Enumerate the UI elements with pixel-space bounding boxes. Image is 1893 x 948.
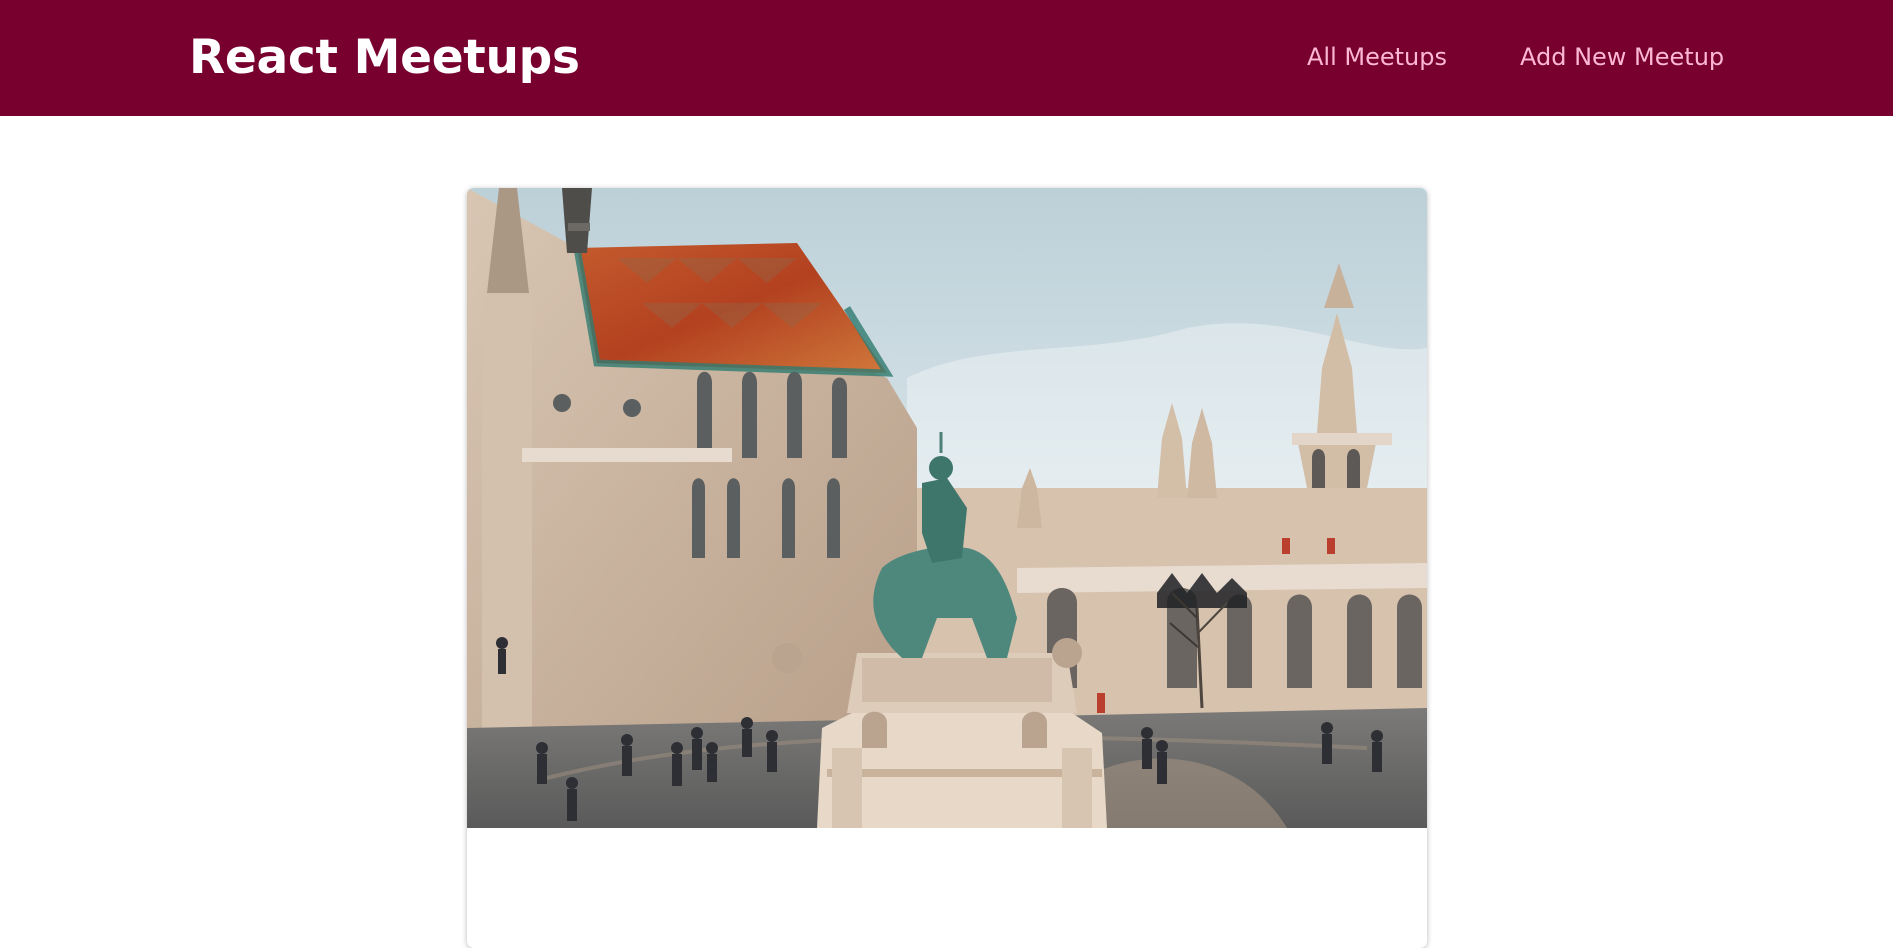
meetup-image [467,188,1427,828]
nav-link-add-new-meetup[interactable]: Add New Meetup [1520,40,1724,74]
nav-item-all-meetups: All Meetups [1307,40,1447,74]
nav-list: All Meetups Add New Meetup [1307,40,1724,74]
main-content [0,116,1893,948]
nav-link-all-meetups[interactable]: All Meetups [1307,40,1447,74]
site-logo[interactable]: React Meetups [189,27,580,89]
meetup-photo-illustration [467,188,1427,828]
main-header: React Meetups All Meetups Add New Meetup [0,0,1893,116]
nav-item-add-new-meetup: Add New Meetup [1520,40,1724,74]
meetup-detail-card [467,188,1427,948]
